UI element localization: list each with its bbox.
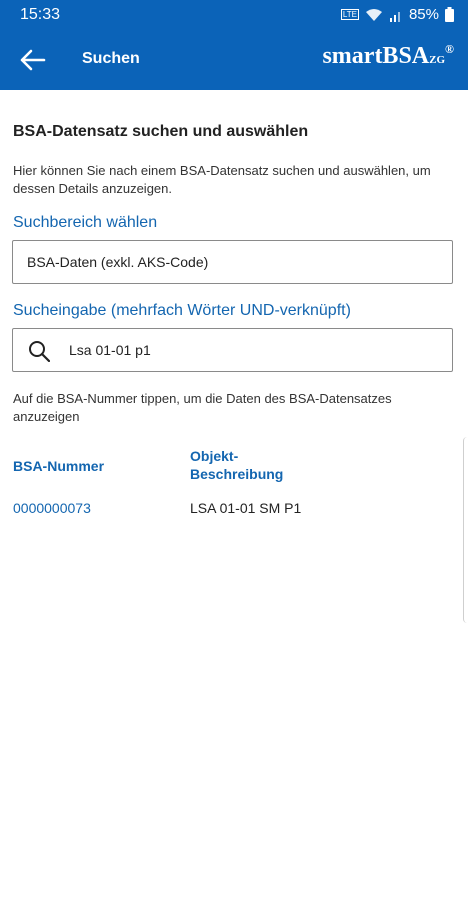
logo-registered: ® bbox=[445, 42, 454, 56]
logo-main: smartBSA bbox=[322, 43, 430, 69]
side-edge-handle[interactable] bbox=[463, 437, 468, 623]
scope-value: BSA-Daten (exkl. AKS-Code) bbox=[27, 254, 209, 270]
hint-text: Auf die BSA-Nummer tippen, um die Daten … bbox=[13, 391, 392, 424]
battery-percent: 85% bbox=[408, 6, 439, 23]
search-label: Sucheingabe (mehrfach Wörter UND-verknüp… bbox=[13, 302, 351, 319]
scope-select[interactable]: BSA-Daten (exkl. AKS-Code) bbox=[12, 240, 453, 284]
status-bar: 15:33 LTE 85% bbox=[0, 0, 468, 30]
object-description: LSA 01-01 SM P1 bbox=[190, 500, 302, 516]
app-logo: smartBSAZG® bbox=[322, 42, 454, 70]
wifi-icon bbox=[365, 8, 382, 21]
section-heading: BSA-Datensatz suchen und auswählen bbox=[13, 123, 309, 140]
logo-sub: ZG bbox=[429, 54, 446, 66]
status-icons: LTE 85% bbox=[340, 6, 454, 23]
intro-text: Hier können Sie nach einem BSA-Datensatz… bbox=[13, 163, 431, 196]
signal-icon bbox=[389, 11, 400, 22]
status-time: 15:33 bbox=[20, 6, 61, 23]
lte-indicator: LTE bbox=[340, 9, 359, 20]
column-header-description: Objekt- Beschreibung bbox=[190, 448, 284, 482]
bsa-number-link[interactable]: 0000000073 bbox=[13, 500, 91, 516]
scope-label: Suchbereich wählen bbox=[13, 214, 158, 231]
battery-icon bbox=[445, 7, 454, 22]
page-title: Suchen bbox=[82, 50, 140, 67]
search-icon bbox=[29, 341, 50, 362]
search-value: Lsa 01-01 p1 bbox=[69, 342, 151, 358]
column-header-number: BSA-Nummer bbox=[13, 458, 105, 474]
app-bar: Suchen smartBSAZG® bbox=[0, 30, 468, 90]
arrow-left-icon[interactable] bbox=[18, 48, 46, 72]
search-input[interactable]: Lsa 01-01 p1 bbox=[12, 328, 453, 372]
